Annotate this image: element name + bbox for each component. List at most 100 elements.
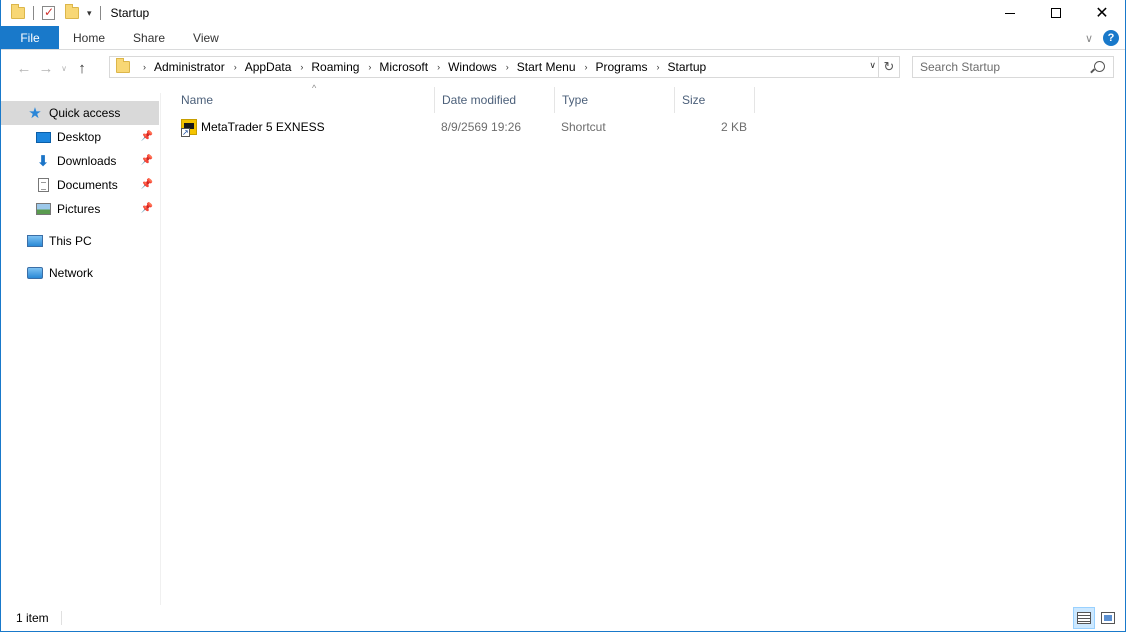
download-icon: ⬇ <box>36 153 50 170</box>
item-count: 1 item <box>16 611 49 625</box>
breadcrumb-chevron-icon[interactable]: › <box>506 62 509 72</box>
breadcrumb: › Administrator › AppData › Roaming › Mi… <box>134 60 706 74</box>
close-icon: ✕ <box>1095 5 1109 22</box>
column-header-size[interactable]: Size <box>675 87 755 113</box>
nav-item-quick-access[interactable]: ★ Quick access <box>1 101 159 125</box>
file-name: MetaTrader 5 EXNESS <box>201 120 325 134</box>
details-view-button[interactable] <box>1073 607 1095 629</box>
breadcrumb-chevron-icon[interactable]: › <box>300 62 303 72</box>
breadcrumb-item[interactable]: AppData <box>245 60 292 74</box>
tab-home[interactable]: Home <box>59 26 119 49</box>
toolbar-separator <box>99 6 101 20</box>
file-row[interactable]: MetaTrader 5 EXNESS 8/9/2569 19:26 Short… <box>174 116 755 138</box>
computer-icon <box>27 233 43 249</box>
file-size: 2 KB <box>720 120 747 134</box>
desktop-icon <box>35 129 51 145</box>
nav-item-network[interactable]: Network <box>1 261 159 285</box>
search-icon[interactable] <box>1094 61 1105 72</box>
breadcrumb-item[interactable]: Windows <box>448 60 497 74</box>
breadcrumb-chevron-icon[interactable]: › <box>585 62 588 72</box>
help-icon[interactable]: ? <box>1103 30 1119 46</box>
nav-item-documents[interactable]: Documents 📌 <box>1 173 159 197</box>
refresh-button[interactable]: ↻ <box>879 56 900 78</box>
nav-item-label: Documents <box>57 178 118 192</box>
network-icon <box>27 265 43 281</box>
search-input[interactable] <box>920 60 1090 74</box>
folder-icon <box>11 4 25 19</box>
nav-item-downloads[interactable]: ⬇ Downloads 📌 <box>1 149 159 173</box>
breadcrumb-chevron-icon[interactable]: › <box>368 62 371 72</box>
column-header-label: Name <box>181 93 214 107</box>
star-icon: ★ <box>28 105 42 122</box>
nav-item-this-pc[interactable]: This PC <box>1 229 159 253</box>
address-history-dropdown-icon[interactable]: ∨ <box>869 60 876 71</box>
properties-icon[interactable] <box>42 5 55 20</box>
pictures-icon <box>35 201 51 217</box>
up-arrow-icon[interactable]: ↑ <box>71 57 93 79</box>
tab-share[interactable]: Share <box>119 26 179 49</box>
breadcrumb-item[interactable]: Administrator <box>154 60 225 74</box>
customize-toolbar-dropdown-icon[interactable]: ▾ <box>87 8 92 19</box>
back-arrow-icon[interactable]: ← <box>13 57 35 79</box>
minimize-button[interactable] <box>987 0 1033 26</box>
expand-ribbon-chevron-icon[interactable]: ∨ <box>1085 32 1093 45</box>
address-bar[interactable]: › Administrator › AppData › Roaming › Mi… <box>109 56 879 78</box>
breadcrumb-item[interactable]: Programs <box>596 60 648 74</box>
minimize-icon <box>1005 12 1015 14</box>
column-header-date-modified[interactable]: Date modified <box>435 87 555 113</box>
window-title: Startup <box>110 6 150 20</box>
breadcrumb-chevron-icon[interactable]: › <box>437 62 440 72</box>
status-separator <box>60 611 62 625</box>
nav-item-label: Desktop <box>57 130 102 144</box>
breadcrumb-item[interactable]: Startup <box>668 60 707 74</box>
column-header-label: Type <box>562 93 589 107</box>
nav-item-pictures[interactable]: Pictures 📌 <box>1 197 159 221</box>
window-controls: ✕ <box>987 0 1125 26</box>
column-header-name[interactable]: Name ^ <box>174 83 435 113</box>
pin-icon: 📌 <box>140 155 153 166</box>
tab-file[interactable]: File <box>1 26 59 49</box>
navigation-buttons: ← → ∨ ↑ <box>13 57 93 79</box>
breadcrumb-item[interactable]: Start Menu <box>517 60 576 74</box>
large-icons-view-icon <box>1101 612 1115 624</box>
ribbon-tabs: File Home Share View ∨ ? <box>1 26 1125 50</box>
pin-icon: 📌 <box>140 179 153 190</box>
nav-item-label: This PC <box>49 234 92 248</box>
pin-icon: 📌 <box>140 203 153 214</box>
navigation-pane: ★ Quick access Desktop 📌 ⬇ Downloads 📌 D… <box>1 93 161 605</box>
maximize-button[interactable] <box>1033 0 1079 26</box>
breadcrumb-chevron-icon[interactable]: › <box>657 62 660 72</box>
new-folder-icon[interactable] <box>65 4 79 19</box>
breadcrumb-chevron-icon[interactable]: › <box>143 62 146 72</box>
nav-item-label: Network <box>49 266 94 280</box>
title-bar: ▾ Startup ✕ <box>1 0 1125 26</box>
nav-item-desktop[interactable]: Desktop 📌 <box>1 125 159 149</box>
nav-item-label: Quick access <box>49 106 121 120</box>
breadcrumb-chevron-icon[interactable]: › <box>234 62 237 72</box>
refresh-icon: ↻ <box>883 59 895 74</box>
address-row: ← → ∨ ↑ › Administrator › AppData › Roam… <box>1 55 1125 81</box>
search-box[interactable] <box>912 56 1114 78</box>
maximize-icon <box>1051 8 1061 18</box>
forward-arrow-icon[interactable]: → <box>35 57 57 79</box>
file-list: Name ^ Date modified Type Size MetaTrade… <box>162 83 1125 605</box>
nav-item-label: Downloads <box>57 154 117 168</box>
metatrader-shortcut-icon <box>181 116 197 138</box>
large-icons-view-button[interactable] <box>1097 607 1119 629</box>
explorer-window: ▾ Startup ✕ File Home Share View ∨ ? ← →… <box>0 0 1126 632</box>
folder-icon <box>116 58 130 73</box>
quick-access-toolbar: ▾ <box>11 4 105 20</box>
pin-icon: 📌 <box>140 131 153 142</box>
recent-locations-chevron-icon[interactable]: ∨ <box>57 57 71 79</box>
sort-ascending-icon: ^ <box>312 83 317 93</box>
ribbon-right-controls: ∨ ? <box>1085 26 1119 50</box>
column-header-label: Size <box>682 93 706 107</box>
document-icon <box>35 177 51 193</box>
file-type: Shortcut <box>561 120 606 134</box>
view-switcher <box>1073 607 1119 629</box>
breadcrumb-item[interactable]: Roaming <box>311 60 359 74</box>
tab-view[interactable]: View <box>179 26 233 49</box>
breadcrumb-item[interactable]: Microsoft <box>379 60 428 74</box>
column-header-type[interactable]: Type <box>555 87 675 113</box>
close-button[interactable]: ✕ <box>1079 0 1125 26</box>
